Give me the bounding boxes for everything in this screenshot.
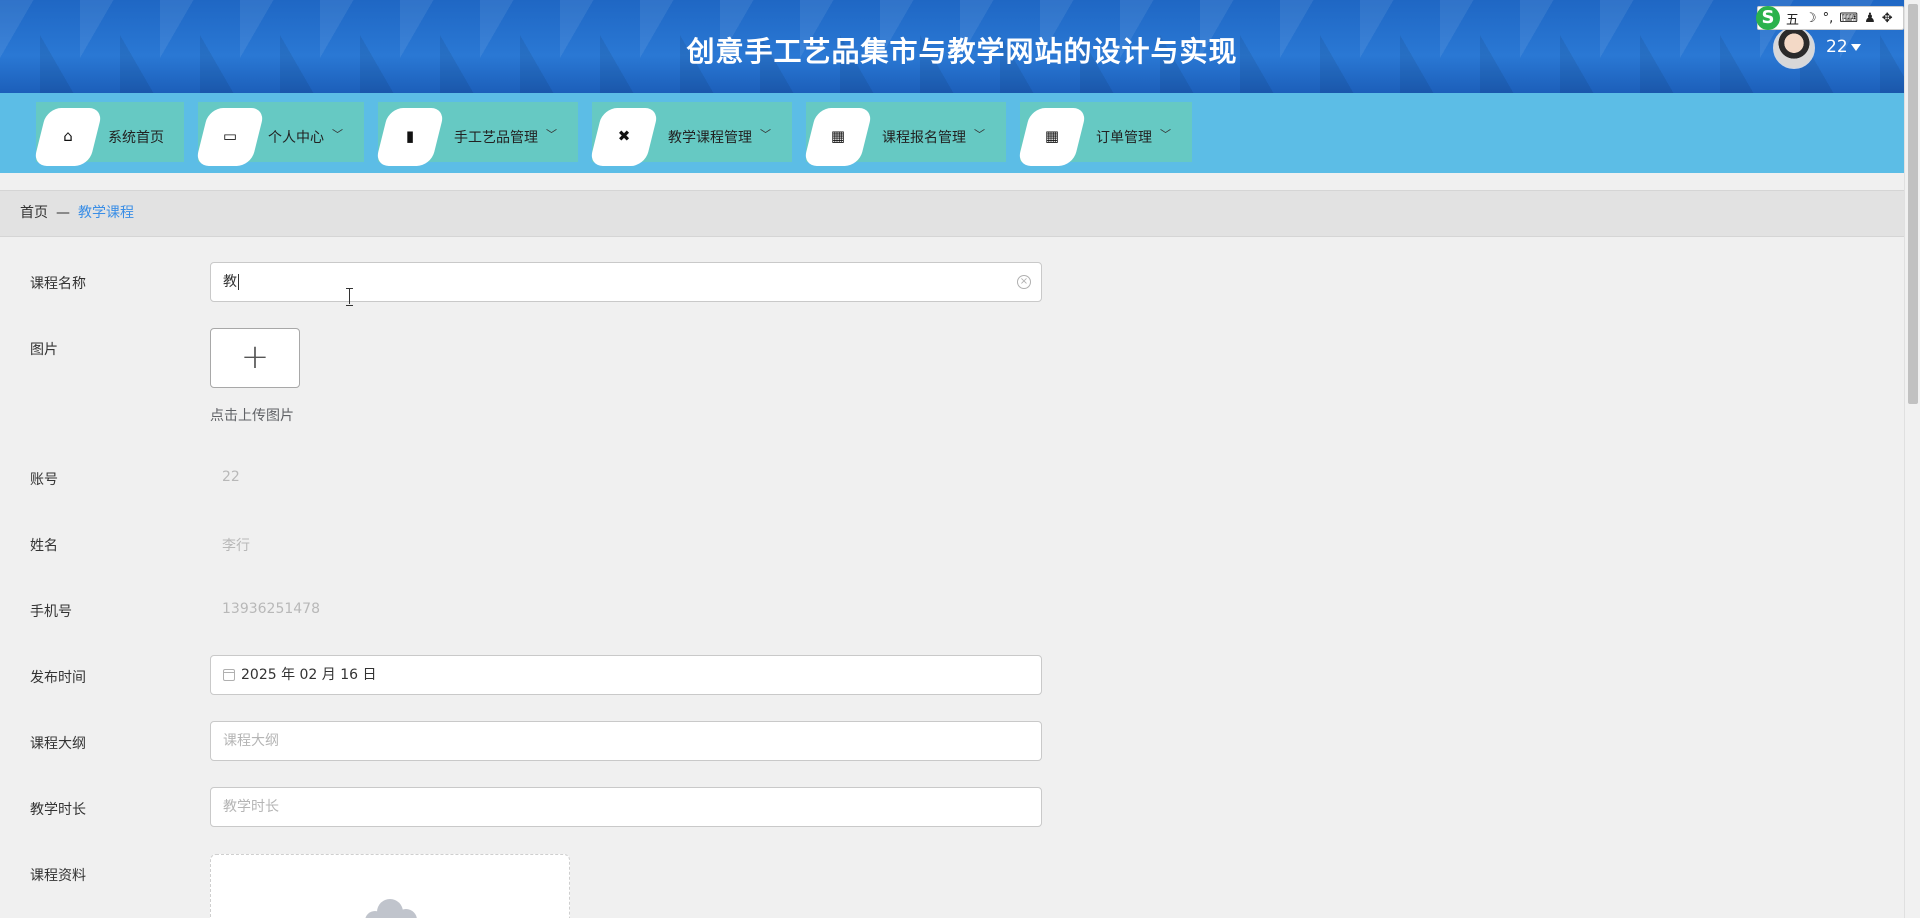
chevron-down-icon: ﹀ <box>974 128 985 141</box>
moon-icon[interactable]: ☽ <box>1805 11 1817 26</box>
home-icon: ⌂ <box>63 127 73 145</box>
chevron-down-icon: ﹀ <box>1160 128 1171 141</box>
outline-label: 课程大纲 <box>30 736 86 752</box>
materials-upload-area[interactable] <box>210 854 570 918</box>
outline-input[interactable]: 课程大纲 <box>210 721 1042 761</box>
nav-item-personal-center[interactable]: ▭ 个人中心 ﹀ <box>194 102 364 166</box>
name-value: 李行 <box>222 538 250 554</box>
user-avatar[interactable] <box>1773 27 1815 69</box>
image-label: 图片 <box>30 342 58 358</box>
phone-label: 手机号 <box>30 604 72 620</box>
account-value: 22 <box>222 469 240 485</box>
upload-hint: 点击上传图片 <box>210 408 294 424</box>
wallet-icon: ▭ <box>222 127 238 145</box>
materials-label: 课程资料 <box>30 868 86 884</box>
page-scrollbar[interactable] <box>1904 0 1920 918</box>
text-cursor <box>238 274 239 290</box>
chevron-down-icon: ﹀ <box>546 128 557 141</box>
video-icon: ✖ <box>617 127 631 145</box>
ime-toolbar[interactable]: S 五 ☽ °, ⌨ ♟ ✥ <box>1756 6 1904 30</box>
course-name-value: 教 <box>223 274 237 290</box>
nav-label: 个人中心 <box>268 130 324 146</box>
sogou-logo-icon[interactable]: S <box>1756 6 1780 30</box>
publish-time-label: 发布时间 <box>30 670 86 686</box>
chevron-down-icon: ﹀ <box>760 128 771 141</box>
nav-item-course-management[interactable]: ✖ 教学课程管理 ﹀ <box>588 102 792 166</box>
breadcrumb-separator: — <box>56 205 70 221</box>
site-title: 创意手工艺品集市与教学网站的设计与实现 <box>686 35 1238 68</box>
apps-icon[interactable]: ✥ <box>1882 11 1893 26</box>
image-upload-button[interactable]: + <box>210 328 300 388</box>
nav-label: 课程报名管理 <box>882 130 966 146</box>
nav-label: 订单管理 <box>1096 130 1152 146</box>
breadcrumb: 首页 — 教学课程 <box>0 190 1904 237</box>
calendar-icon <box>223 669 235 681</box>
punctuation-icon[interactable]: °, <box>1823 11 1834 26</box>
user-icon[interactable]: ♟ <box>1864 11 1876 26</box>
nav-item-craft-management[interactable]: ▮ 手工艺品管理 ﹀ <box>374 102 578 166</box>
clipboard-icon: ▮ <box>405 127 415 145</box>
grid-icon: ▦ <box>830 127 846 145</box>
course-name-label: 课程名称 <box>30 276 86 292</box>
breadcrumb-current[interactable]: 教学课程 <box>78 205 134 221</box>
phone-value: 13936251478 <box>222 601 320 617</box>
main-navbar: ⌂ 系统首页 ▭ 个人中心 ﹀ ▮ 手工艺品管理 ﹀ ✖ 教学课程管理 ﹀ ▦ … <box>0 93 1904 173</box>
cloud-upload-icon <box>361 899 417 918</box>
nav-label: 系统首页 <box>108 130 164 146</box>
chevron-down-icon: ﹀ <box>332 128 343 141</box>
nav-item-order-management[interactable]: ▦ 订单管理 ﹀ <box>1016 102 1192 166</box>
nav-label: 手工艺品管理 <box>454 130 538 146</box>
nav-item-home[interactable]: ⌂ 系统首页 <box>32 102 184 166</box>
grid-icon: ▦ <box>1044 127 1060 145</box>
course-name-input[interactable]: 教 × <box>210 262 1042 302</box>
top-header: 创意手工艺品集市与教学网站的设计与实现 22 <box>0 0 1904 93</box>
username-label[interactable]: 22 <box>1826 37 1848 57</box>
keyboard-icon[interactable]: ⌨ <box>1839 11 1858 26</box>
caret-down-icon[interactable] <box>1851 44 1861 51</box>
nav-label: 教学课程管理 <box>668 130 752 146</box>
duration-label: 教学时长 <box>30 802 86 818</box>
ibeam-cursor-icon <box>345 288 353 306</box>
nav-item-enrollment-management[interactable]: ▦ 课程报名管理 ﹀ <box>802 102 1006 166</box>
account-label: 账号 <box>30 472 58 488</box>
publish-time-picker[interactable]: 2025 年 02 月 16 日 <box>210 655 1042 695</box>
duration-input[interactable]: 教学时长 <box>210 787 1042 827</box>
name-label: 姓名 <box>30 538 58 554</box>
publish-time-value: 2025 年 02 月 16 日 <box>241 667 377 683</box>
ime-mode-label[interactable]: 五 <box>1786 9 1799 28</box>
breadcrumb-home[interactable]: 首页 <box>20 205 48 221</box>
scrollbar-thumb[interactable] <box>1908 4 1918 404</box>
clear-icon[interactable]: × <box>1017 275 1031 289</box>
